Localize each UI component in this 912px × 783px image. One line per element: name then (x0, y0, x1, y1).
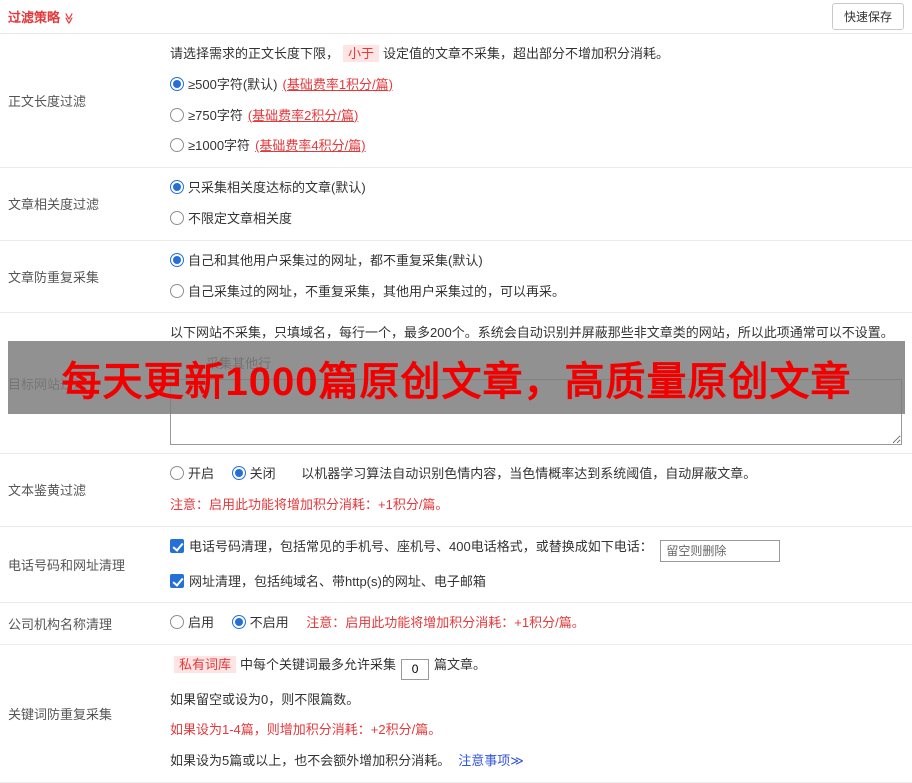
row-label: 正文长度过滤 (0, 34, 170, 167)
double-chevron-icon: ≫ (510, 753, 524, 768)
keyword-note-zero: 如果留空或设为0，则不限篇数。 (170, 690, 904, 711)
option-note: (基础费率4积分/篇) (255, 138, 366, 153)
checkbox-text: 电话号码清理，包括常见的手机号、座机号、400电话格式，或替换成如下电话： (189, 539, 653, 554)
keyword-limit-text: 中每个关键词最多允许采集 (240, 657, 396, 672)
option-text: 启用 (188, 615, 214, 630)
option-text: 不限定文章相关度 (188, 211, 292, 226)
row-body-length-filter: 正文长度过滤 请选择需求的正文长度下限， 小于设定值的文章不采集，超出部分不增加积… (0, 34, 912, 168)
chevron-down-icon: ≫ (62, 13, 75, 25)
dedupe-option-self[interactable]: 自己采集过的网址，不重复采集，其他用户采集过的，可以再采。 (170, 282, 904, 303)
keyword-count-input[interactable] (401, 659, 429, 680)
keyword-note-five: 如果设为5篇或以上，也不会额外增加积分消耗。注意事项≫ (170, 751, 904, 772)
url-clean-checkbox[interactable]: 网址清理，包括纯域名、带http(s)的网址、电子邮箱 (170, 574, 486, 589)
notes-link-text: 注意事项 (458, 753, 510, 768)
length-intro-post: 设定值的文章不采集，超出部分不增加积分消耗。 (383, 46, 669, 61)
row-porn-filter: 文本鉴黄过滤 开启 关闭 以机器学习算法自动识别色情内容，当色情概率达到系统阈值… (0, 454, 912, 527)
porn-options-line: 开启 关闭 以机器学习算法自动识别色情内容，当色情概率达到系统阈值，自动屏蔽文章… (170, 464, 904, 485)
option-text: 只采集相关度达标的文章(默认) (188, 180, 366, 195)
option-text: 自己采集过的网址，不重复采集，其他用户采集过的，可以再采。 (188, 284, 565, 299)
row-dedupe-collection: 文章防重复采集 自己和其他用户采集过的网址，都不重复采集(默认) 自己采集过的网… (0, 241, 912, 314)
row-label: 电话号码和网址清理 (0, 527, 170, 603)
filter-strategy-page: 过滤策略≫ 快速保存 正文长度过滤 请选择需求的正文长度下限，小于设定值的文章不… (0, 0, 912, 783)
url-clean-line: 网址清理，包括纯域名、带http(s)的网址、电子邮箱 (170, 572, 904, 593)
row-content: 只采集相关度达标的文章(默认) 不限定文章相关度 (170, 168, 912, 240)
radio-checked-icon[interactable] (232, 615, 246, 629)
row-content: 自己和其他用户采集过的网址，都不重复采集(默认) 自己采集过的网址，不重复采集，… (170, 241, 912, 313)
length-option-750[interactable]: ≥750字符 (基础费率2积分/篇) (170, 106, 904, 127)
phone-replace-input[interactable] (660, 540, 780, 562)
porn-option-off[interactable]: 关闭 (232, 466, 280, 481)
length-option-1000[interactable]: ≥1000字符 (基础费率4积分/篇) (170, 136, 904, 157)
watermark-banner: 每天更新1000篇原创文章，高质量原创文章 (8, 341, 905, 414)
checkbox-text: 网址清理，包括纯域名、带http(s)的网址、电子邮箱 (189, 574, 486, 589)
row-content: 请选择需求的正文长度下限， 小于设定值的文章不采集，超出部分不增加积分消耗。 ≥5… (170, 34, 912, 167)
phone-clean-checkbox[interactable]: 电话号码清理，包括常见的手机号、座机号、400电话格式，或替换成如下电话： (170, 539, 656, 554)
row-company-name-clean: 公司机构名称清理 启用 不启用 注意：启用此功能将增加积分消耗：+1积分/篇。 (0, 603, 912, 645)
row-content: 启用 不启用 注意：启用此功能将增加积分消耗：+1积分/篇。 (170, 603, 912, 644)
radio-icon[interactable] (170, 108, 184, 122)
row-label: 公司机构名称清理 (0, 603, 170, 644)
row-label: 文章相关度过滤 (0, 168, 170, 240)
option-text: ≥500字符(默认) (188, 77, 277, 92)
company-option-on[interactable]: 启用 (170, 615, 218, 630)
checkbox-checked-icon[interactable] (170, 574, 184, 588)
row-phone-url-clean: 电话号码和网址清理 电话号码清理，包括常见的手机号、座机号、400电话格式，或替… (0, 527, 912, 604)
keyword-limit-post: 篇文章。 (434, 657, 486, 672)
watermark-banner-text: 每天更新1000篇原创文章，高质量原创文章 (62, 349, 852, 407)
length-intro: 请选择需求的正文长度下限， 小于设定值的文章不采集，超出部分不增加积分消耗。 (170, 44, 904, 65)
row-content: 私有词库中每个关键词最多允许采集 篇文章。 如果留空或设为0，则不限篇数。 如果设… (170, 645, 912, 782)
option-text: 自己和其他用户采集过的网址，都不重复采集(默认) (188, 253, 483, 268)
notes-link[interactable]: 注意事项≫ (458, 753, 524, 768)
option-text: 不启用 (250, 615, 289, 630)
porn-desc: 以机器学习算法自动识别色情内容，当色情概率达到系统阈值，自动屏蔽文章。 (301, 466, 756, 481)
row-label: 文章防重复采集 (0, 241, 170, 313)
radio-icon[interactable] (170, 138, 184, 152)
row-label: 文本鉴黄过滤 (0, 454, 170, 526)
radio-checked-icon[interactable] (170, 77, 184, 91)
radio-checked-icon[interactable] (170, 180, 184, 194)
length-option-500[interactable]: ≥500字符(默认) (基础费率1积分/篇) (170, 75, 904, 96)
radio-icon[interactable] (170, 211, 184, 225)
company-options-line: 启用 不启用 注意：启用此功能将增加积分消耗：+1积分/篇。 (170, 613, 904, 634)
option-note: (基础费率1积分/篇) (282, 77, 393, 92)
radio-icon[interactable] (170, 615, 184, 629)
porn-warning: 注意：启用此功能将增加积分消耗：+1积分/篇。 (170, 495, 904, 516)
dedupe-option-global[interactable]: 自己和其他用户采集过的网址，都不重复采集(默认) (170, 251, 904, 272)
option-text: 关闭 (250, 466, 276, 481)
relevance-option-any[interactable]: 不限定文章相关度 (170, 209, 904, 230)
option-text: 开启 (188, 466, 214, 481)
option-note: (基础费率2积分/篇) (248, 108, 359, 123)
row-content: 电话号码清理，包括常见的手机号、座机号、400电话格式，或替换成如下电话： 网址… (170, 527, 912, 603)
row-label: 关键词防重复采集 (0, 645, 170, 782)
relevance-option-strict[interactable]: 只采集相关度达标的文章(默认) (170, 178, 904, 199)
keyword-limit-line: 私有词库中每个关键词最多允许采集 篇文章。 (170, 655, 904, 680)
option-text: ≥1000字符 (188, 138, 250, 153)
checkbox-checked-icon[interactable] (170, 539, 184, 553)
row-content: 开启 关闭 以机器学习算法自动识别色情内容，当色情概率达到系统阈值，自动屏蔽文章… (170, 454, 912, 526)
header: 过滤策略≫ 快速保存 (0, 0, 912, 34)
row-keyword-dedupe: 关键词防重复采集 私有词库中每个关键词最多允许采集 篇文章。 如果留空或设为0，则… (0, 645, 912, 783)
private-thesaurus-link[interactable]: 私有词库 (174, 656, 236, 673)
company-option-off[interactable]: 不启用 (232, 615, 293, 630)
porn-option-on[interactable]: 开启 (170, 466, 218, 481)
keyword-note-five-text: 如果设为5篇或以上，也不会额外增加积分消耗。 (170, 753, 450, 768)
row-relevance-filter: 文章相关度过滤 只采集相关度达标的文章(默认) 不限定文章相关度 (0, 168, 912, 241)
keyword-note-cost: 如果设为1-4篇，则增加积分消耗：+2积分/篇。 (170, 720, 904, 741)
radio-icon[interactable] (170, 466, 184, 480)
length-intro-pre: 请选择需求的正文长度下限， (170, 46, 339, 61)
radio-checked-icon[interactable] (232, 466, 246, 480)
quick-save-button[interactable]: 快速保存 (832, 3, 904, 30)
phone-clean-line: 电话号码清理，包括常见的手机号、座机号、400电话格式，或替换成如下电话： (170, 537, 904, 562)
page-title-text: 过滤策略 (8, 10, 60, 25)
page-title[interactable]: 过滤策略≫ (8, 7, 75, 26)
radio-checked-icon[interactable] (170, 253, 184, 267)
option-text: ≥750字符 (188, 108, 243, 123)
less-than-highlight: 小于 (343, 45, 379, 62)
company-warning: 注意：启用此功能将增加积分消耗：+1积分/篇。 (306, 615, 584, 630)
radio-icon[interactable] (170, 284, 184, 298)
